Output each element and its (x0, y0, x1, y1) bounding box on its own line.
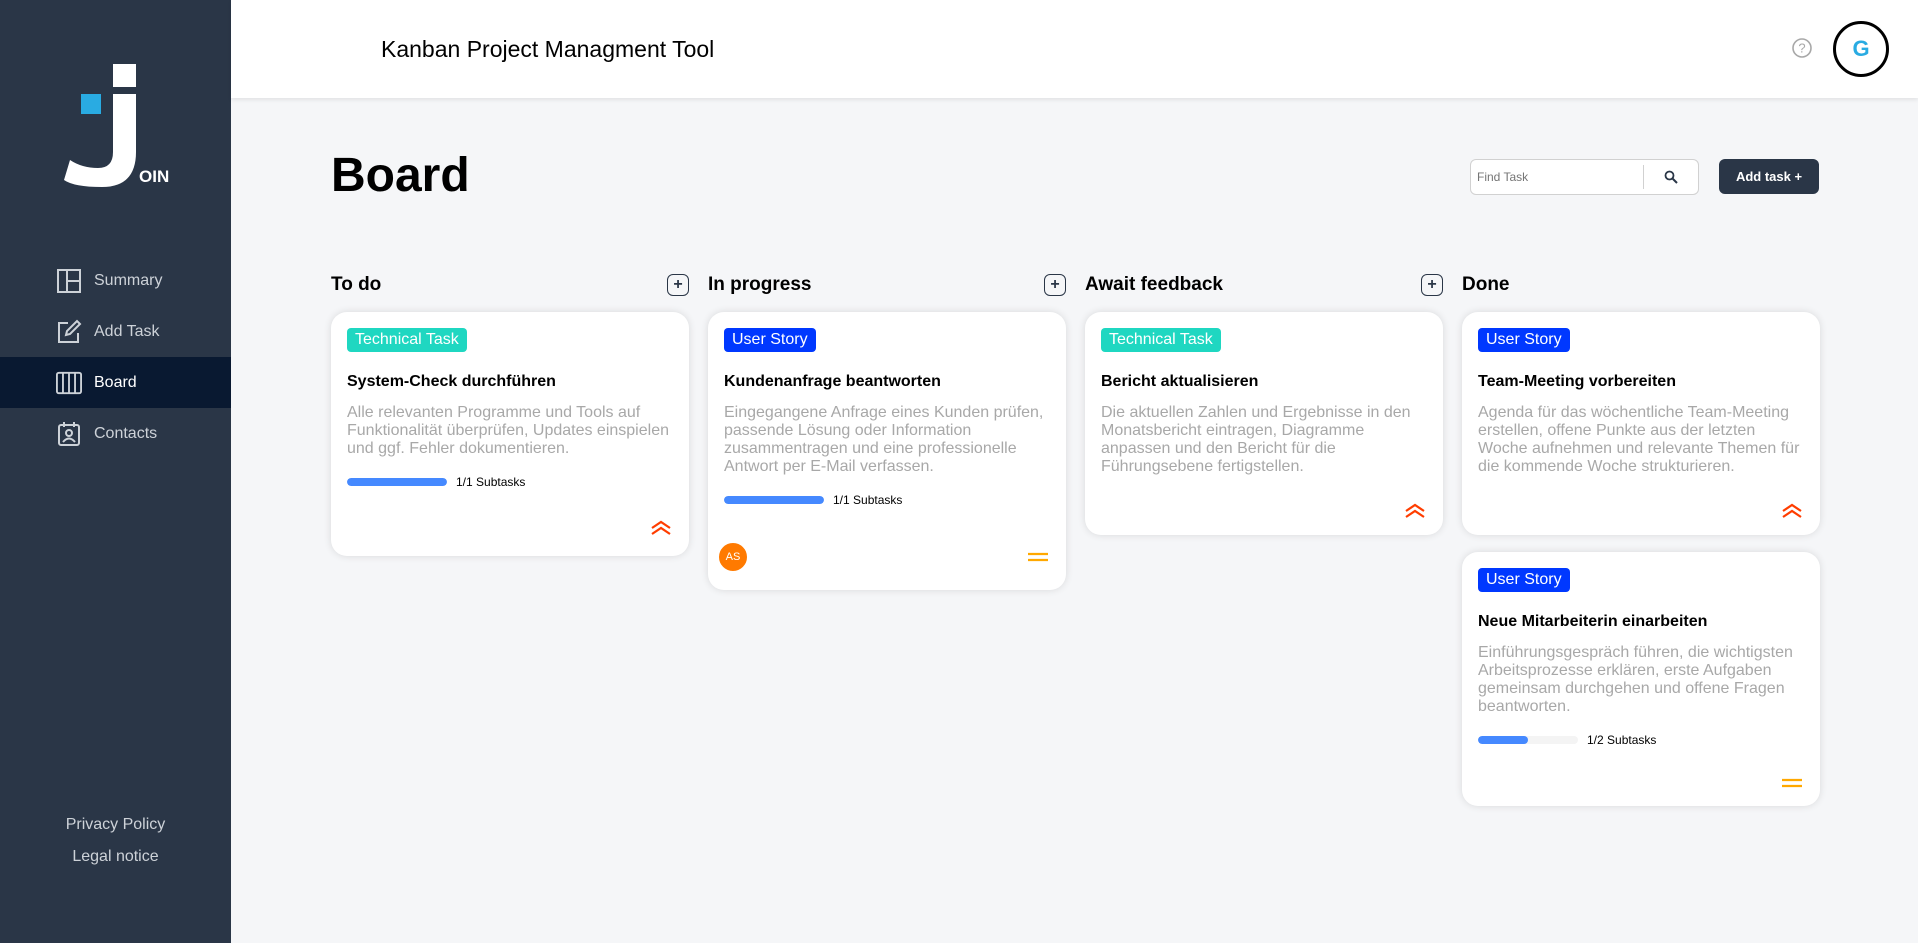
logo-text: OIN (139, 167, 169, 186)
sidebar-item-contacts[interactable]: Contacts (0, 408, 231, 459)
card-footer: AS (718, 542, 1050, 572)
progress-bar (347, 478, 447, 486)
join-logo[interactable]: OIN (62, 62, 172, 192)
legal-notice-link[interactable]: Legal notice (0, 848, 231, 866)
search-button[interactable] (1644, 160, 1698, 194)
card-footer (1101, 495, 1427, 525)
board-icon (56, 370, 82, 396)
column-done: Done User Story Team-Meeting vorbereiten… (1462, 270, 1820, 806)
sidebar-item-add-task[interactable]: Add Task (0, 306, 231, 357)
add-task-button[interactable]: Add task + (1719, 159, 1819, 194)
progress-bar (724, 496, 824, 504)
category-badge: User Story (724, 328, 816, 352)
card-description: Die aktuellen Zahlen und Ergebnisse in d… (1101, 404, 1411, 475)
task-card[interactable]: User Story Neue Mitarbeiterin einarbeite… (1462, 552, 1820, 806)
progress-fill (347, 478, 447, 486)
column-todo: To do + Technical Task System-Check durc… (331, 270, 689, 556)
sidebar-footer: Privacy Policy Legal notice (0, 816, 231, 880)
sidebar-nav: Summary Add Task Board Contacts (0, 255, 231, 459)
column-header: To do + (331, 270, 689, 300)
task-card[interactable]: Technical Task System-Check durchführen … (331, 312, 689, 556)
add-task-icon (56, 319, 82, 345)
add-task-await-feedback-button[interactable]: + (1421, 274, 1443, 296)
plus-icon: + (673, 276, 683, 293)
subtask-count: 1/1 Subtasks (456, 475, 526, 489)
summary-icon (56, 268, 82, 294)
card-title: Neue Mitarbeiterin einarbeiten (1478, 613, 1708, 630)
assignee-avatar: AS (718, 542, 748, 572)
card-footer (347, 512, 673, 542)
column-header: Await feedback + (1085, 270, 1443, 300)
subtask-count: 1/2 Subtasks (1587, 733, 1657, 747)
priority-urgent-icon (1780, 500, 1804, 520)
category-badge: Technical Task (1101, 328, 1221, 352)
search-input[interactable] (1471, 160, 1643, 194)
card-title: System-Check durchführen (347, 373, 556, 390)
card-description: Agenda für das wöchentliche Team-Meeting… (1478, 404, 1800, 475)
sidebar-item-label: Summary (94, 271, 163, 289)
category-badge: User Story (1478, 568, 1570, 592)
category-badge: User Story (1478, 328, 1570, 352)
sidebar-item-summary[interactable]: Summary (0, 255, 231, 306)
plus-icon: + (1050, 276, 1060, 293)
sidebar-item-label: Contacts (94, 424, 158, 442)
column-await-feedback: Await feedback + Technical Task Bericht … (1085, 270, 1443, 535)
column-header: In progress + (708, 270, 1066, 300)
subtask-progress: 1/2 Subtasks (1478, 733, 1804, 747)
category-badge: Technical Task (347, 328, 467, 352)
column-header: Done (1462, 270, 1820, 300)
privacy-policy-link[interactable]: Privacy Policy (0, 816, 231, 834)
card-title: Bericht aktualisieren (1101, 373, 1259, 390)
card-title: Team-Meeting vorbereiten (1478, 373, 1676, 390)
add-task-in-progress-button[interactable]: + (1044, 274, 1066, 296)
column-title: In progress (708, 274, 812, 295)
search-icon (1664, 170, 1678, 184)
top-header: Kanban Project Managment Tool ? G (231, 0, 1918, 98)
priority-medium-icon (1026, 547, 1050, 567)
sidebar: OIN Summary Add Task Board Contacts Priv… (0, 0, 231, 943)
search-box (1470, 159, 1699, 195)
priority-urgent-icon (649, 517, 673, 537)
card-description: Einführungsgespräch führen, die wichtigs… (1478, 644, 1793, 715)
progress-bar (1478, 736, 1578, 744)
plus-icon: + (1427, 276, 1437, 293)
column-in-progress: In progress + User Story Kundenanfrage b… (708, 270, 1066, 590)
task-card[interactable]: User Story Kundenanfrage beantworten Ein… (708, 312, 1066, 590)
contacts-icon (56, 421, 82, 447)
header-title: Kanban Project Managment Tool (381, 36, 715, 62)
svg-text:?: ? (1798, 41, 1805, 56)
user-avatar[interactable]: G (1833, 21, 1889, 77)
card-footer (1478, 495, 1804, 525)
help-icon[interactable]: ? (1791, 37, 1813, 59)
card-footer (1478, 768, 1804, 798)
column-title: Await feedback (1085, 274, 1223, 295)
card-title: Kundenanfrage beantworten (724, 373, 941, 390)
priority-urgent-icon (1403, 500, 1427, 520)
card-description: Alle relevanten Programme und Tools auf … (347, 404, 669, 457)
add-task-todo-button[interactable]: + (667, 274, 689, 296)
column-title: To do (331, 274, 382, 295)
progress-fill (1478, 736, 1528, 744)
sidebar-item-label: Add Task (94, 322, 160, 340)
sidebar-item-board[interactable]: Board (0, 357, 231, 408)
page-title: Board (331, 149, 470, 202)
progress-fill (724, 496, 824, 504)
task-card[interactable]: User Story Team-Meeting vorbereiten Agen… (1462, 312, 1820, 535)
card-description: Eingegangene Anfrage eines Kunden prüfen… (724, 404, 1044, 475)
column-title: Done (1462, 274, 1510, 295)
subtask-progress: 1/1 Subtasks (724, 493, 1050, 507)
task-card[interactable]: Technical Task Bericht aktualisieren Die… (1085, 312, 1443, 535)
sidebar-item-label: Board (94, 373, 137, 391)
priority-medium-icon (1780, 773, 1804, 793)
subtask-progress: 1/1 Subtasks (347, 475, 673, 489)
subtask-count: 1/1 Subtasks (833, 493, 903, 507)
